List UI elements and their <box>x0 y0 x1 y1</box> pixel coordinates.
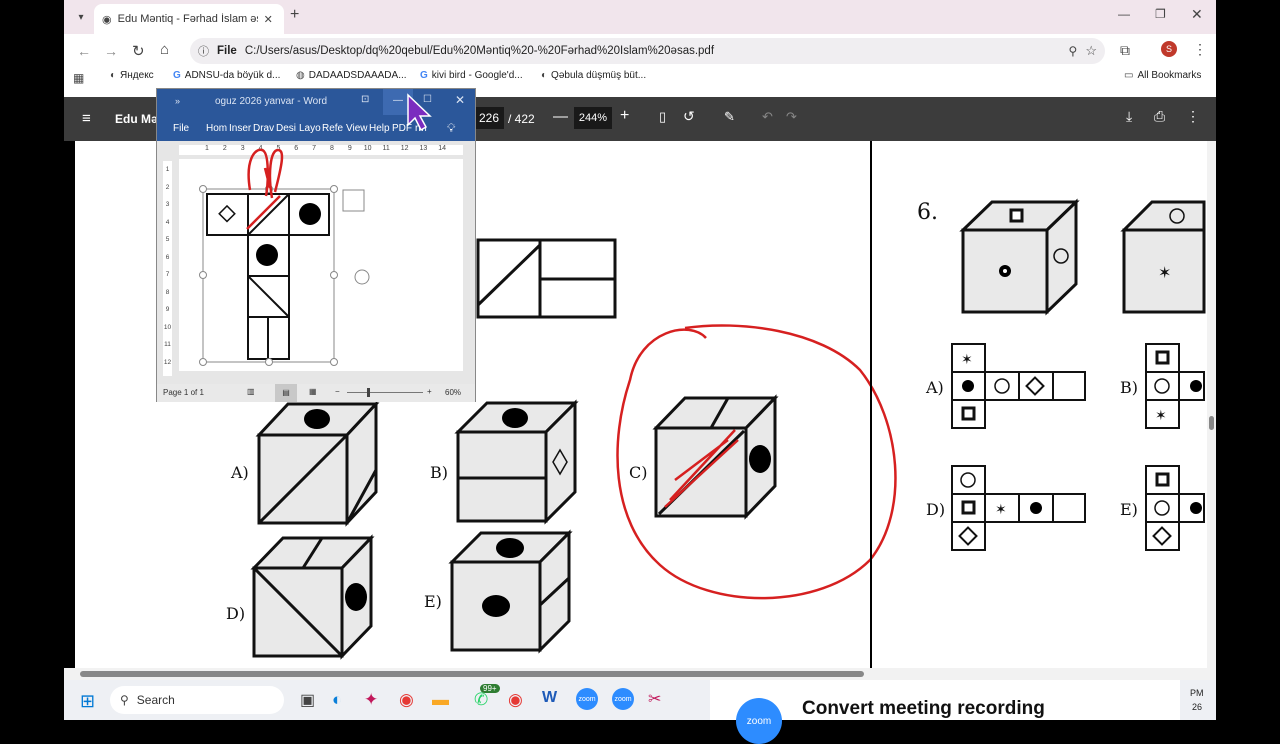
chrome-icon[interactable]: ◉ <box>399 690 414 710</box>
copilot-icon[interactable]: ✦ <box>364 690 378 710</box>
notification-badge: 99+ <box>480 684 500 693</box>
zoom-app-icon[interactable]: zoom <box>576 688 598 710</box>
notification-title: Convert meeting recording <box>802 698 1045 719</box>
task-view-icon[interactable]: ▣ <box>300 690 315 710</box>
whatsapp-icon[interactable]: ✆ <box>474 690 488 710</box>
search-icon: ⚲ <box>120 693 129 707</box>
zoom-logo-icon: zoom <box>736 698 782 744</box>
word-figure-net <box>199 93 432 366</box>
zoom-notification[interactable]: zoom Convert meeting recording <box>710 680 1180 744</box>
taskbar-search[interactable]: ⚲ Search <box>110 686 284 714</box>
word-icon[interactable]: W <box>542 689 557 707</box>
clock-line-1: PM <box>1190 688 1204 698</box>
clock-line-2: 26 <box>1192 702 1203 712</box>
taskbar: ⊞ ⚲ Search ▣ ◐ ✦ ◉ ▬ ✆ 99+ ◉ W zoom zoom… <box>64 680 1216 744</box>
file-explorer-icon[interactable]: ▬ <box>432 690 449 710</box>
windows-start-icon[interactable]: ⊞ <box>80 691 95 712</box>
mouse-cursor <box>407 93 432 132</box>
edge-icon[interactable]: ◐ <box>332 690 342 710</box>
zoom-app-icon-2[interactable]: zoom <box>612 688 634 710</box>
snipping-tool-icon[interactable]: ✂ <box>648 689 661 709</box>
search-label: Search <box>136 693 175 707</box>
chrome-profile-icon[interactable]: ◉ <box>508 690 523 710</box>
